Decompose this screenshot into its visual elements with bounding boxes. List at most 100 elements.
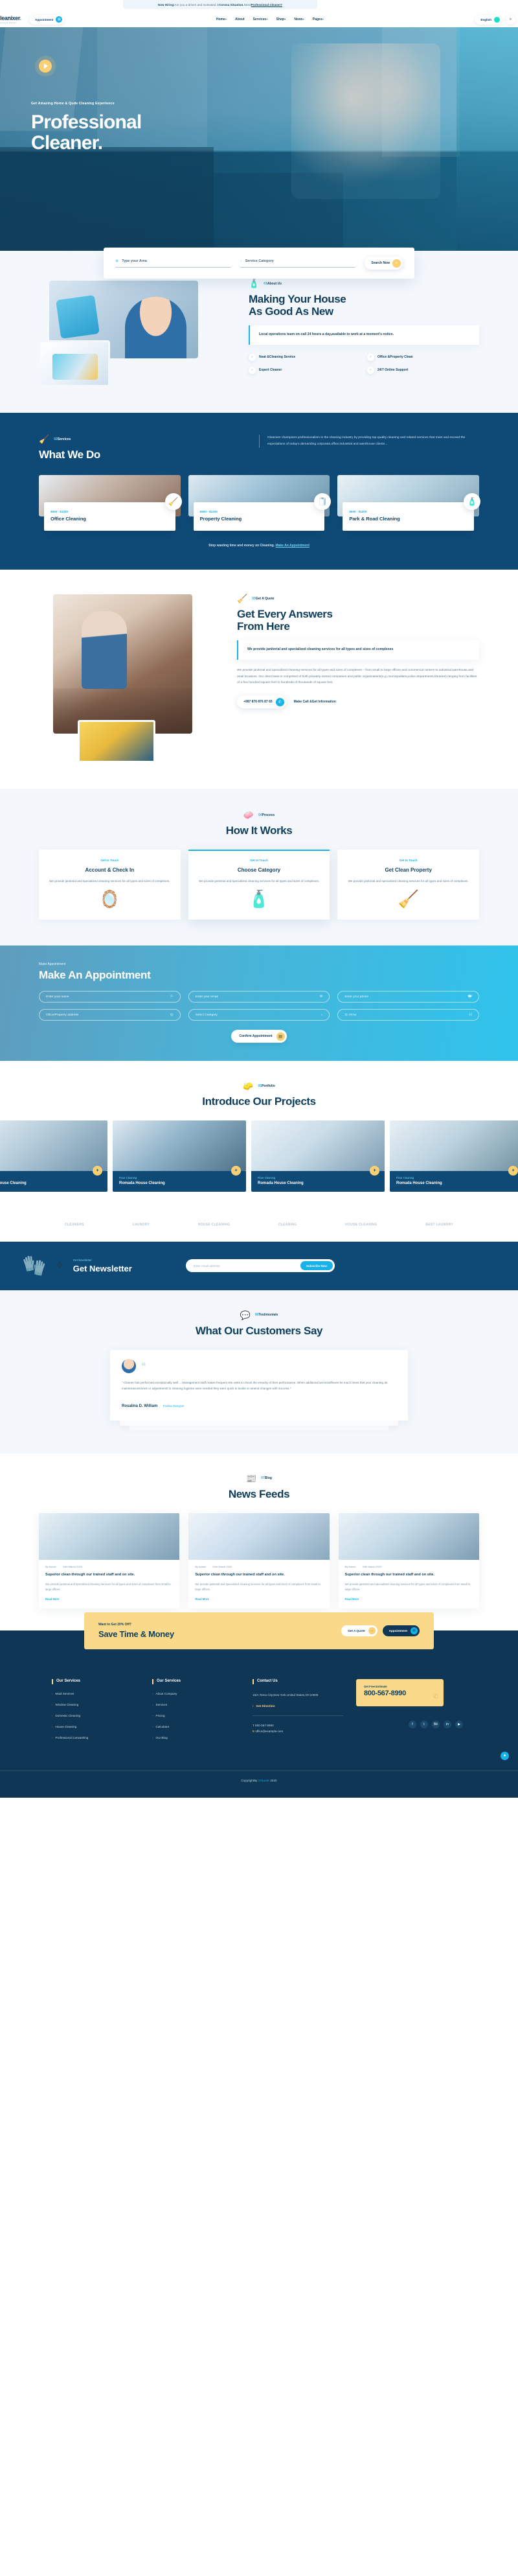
portfolio-carousel[interactable]: + Floor Cleaning Romada House Cleaning +… <box>0 1120 518 1192</box>
process-card[interactable]: Get In Touch Get Clean Property We provi… <box>337 850 480 920</box>
phone-field[interactable]: ☎ <box>337 991 479 1003</box>
footer-link[interactable]: › Domestic Cleaning <box>52 1714 139 1717</box>
footer-link[interactable]: › House Cleaning <box>52 1725 139 1728</box>
email-input[interactable] <box>195 995 297 999</box>
read-more-link[interactable]: Read More <box>339 1593 479 1608</box>
search-now-button[interactable]: Search Now ⌕ <box>365 257 403 270</box>
appointment-button[interactable]: Appointment ▤ <box>382 1625 420 1636</box>
get-in-touch-link[interactable]: Get In Touch <box>197 859 321 862</box>
get-in-touch-link[interactable]: Get In Touch <box>346 859 470 862</box>
blog-title: News Feeds <box>228 1487 290 1500</box>
footer-link[interactable]: › Calculator <box>152 1725 240 1728</box>
blog-post-title[interactable]: Superior clean through our trained staff… <box>339 1568 479 1579</box>
blog-card[interactable]: By Admin 24th March 2020 Superior clean … <box>39 1513 180 1608</box>
nav-item-home[interactable]: Home <box>216 17 227 21</box>
footer-link[interactable]: › Pricing <box>152 1714 240 1717</box>
category-input[interactable] <box>245 259 356 263</box>
language-selector[interactable]: English <box>475 14 502 25</box>
free-estimate-number[interactable]: 800-567-8990 <box>364 1689 436 1697</box>
footer-link[interactable]: › Services <box>152 1703 240 1706</box>
get-direction-link[interactable]: › Get Direction <box>253 1704 343 1708</box>
nav-item-shop[interactable]: Shop <box>276 17 286 21</box>
confirm-appointment-button[interactable]: Confirm Appointment ▤ <box>231 1030 287 1043</box>
brand-logo: LAUNDRY <box>132 1223 150 1227</box>
make-appointment-link[interactable]: Make An Appointment <box>275 544 309 548</box>
date-input[interactable] <box>344 1013 447 1017</box>
newsletter-email-input[interactable] <box>193 1264 301 1268</box>
footer-email[interactable]: office@example.com <box>255 1730 283 1733</box>
hiring-link[interactable]: Professional Cleaner? <box>251 3 282 6</box>
linkedin-icon[interactable]: in <box>444 1720 451 1728</box>
process-card[interactable]: Get In Touch Account & Check In We provi… <box>39 850 181 920</box>
service-card[interactable]: 🧹 $500 - $1200 Office Cleaning <box>39 475 182 531</box>
glove-icon: 🧤 <box>22 1255 47 1277</box>
get-a-quote-button[interactable]: Get A Quote → <box>341 1625 377 1636</box>
process-cards: Get In Touch Account & Check In We provi… <box>39 850 480 920</box>
phone-input[interactable] <box>344 995 447 999</box>
plus-icon[interactable]: + <box>93 1166 102 1176</box>
email-field[interactable]: ✉ <box>188 991 330 1003</box>
name-input[interactable] <box>46 995 148 999</box>
nav-item-pages[interactable]: Pages <box>313 17 324 21</box>
youtube-icon[interactable]: ▶ <box>455 1720 463 1728</box>
nav-item-services[interactable]: Services <box>253 17 268 21</box>
blog-card[interactable]: By Admin 24th March 2020 Superior clean … <box>338 1513 479 1608</box>
read-more-link[interactable]: Read More <box>188 1593 329 1608</box>
copyright-link[interactable]: 17sucal <box>258 1779 269 1782</box>
footer-link[interactable]: › Our Blog <box>152 1736 240 1739</box>
footer-link[interactable]: › Window Cleaning <box>52 1703 139 1706</box>
process-section: 🧼 04Process How It Works Get In Touch Ac… <box>0 789 518 946</box>
get-in-touch-link[interactable]: Get In Touch <box>48 859 172 862</box>
footer-link[interactable]: › Maid Services <box>52 1692 139 1695</box>
plus-icon[interactable]: + <box>231 1166 241 1176</box>
date-field[interactable]: ☷ <box>337 1009 479 1021</box>
brands-section: CLEANERS LAUNDRY HOUSE CLEANING CLEANING… <box>0 1211 518 1242</box>
facebook-icon[interactable]: f <box>409 1720 416 1728</box>
hiring-mid2: Need <box>243 3 251 6</box>
soap-dispenser-icon: 🧴 <box>248 889 270 909</box>
footer-link[interactable]: › Professional Carwashing <box>52 1736 139 1739</box>
search-icon[interactable]: ⌕ <box>506 14 515 25</box>
footer-phone[interactable]: 800-567-8990 <box>255 1724 274 1727</box>
appointment-button[interactable]: Appointment ▤ <box>30 14 65 25</box>
portfolio-card[interactable]: + Floor Cleaning Romada House Cleaning <box>390 1120 518 1192</box>
process-card[interactable]: Get In Touch Choose Category We provide … <box>188 850 330 920</box>
portfolio-card[interactable]: + Floor Cleaning Romada House Cleaning <box>251 1120 385 1192</box>
address-field[interactable]: ◎ <box>39 1009 181 1021</box>
vacuum-icon: 🧹 <box>398 889 419 909</box>
play-icon[interactable] <box>39 60 52 73</box>
quote-title: Get Every Answers From Here <box>237 608 333 633</box>
plus-icon[interactable]: + <box>508 1166 518 1176</box>
chevron-right-icon: › <box>152 1691 153 1695</box>
area-input[interactable] <box>122 259 231 263</box>
portfolio-card[interactable]: + Floor Cleaning Romada House Cleaning <box>113 1120 246 1192</box>
category-select[interactable]: ↓ <box>188 1009 330 1021</box>
service-card[interactable]: 🧻 $500 - $1200 Property Cleaning <box>188 475 332 531</box>
subscribe-button[interactable]: Subscribe Now <box>300 1261 333 1271</box>
portfolio-card[interactable]: + Floor Cleaning Romada House Cleaning <box>0 1120 107 1192</box>
behance-icon[interactable]: Bē <box>432 1720 440 1728</box>
phone-button[interactable]: +987 876 876 87 65 ✆ <box>237 695 286 709</box>
chevron-up-icon[interactable]: ▲ <box>501 1751 509 1760</box>
category-input[interactable] <box>195 1013 297 1017</box>
name-field[interactable]: ⚐ <box>39 991 181 1003</box>
blog-image <box>39 1513 180 1560</box>
process-card-title: Choose Category <box>237 867 281 874</box>
service-card[interactable]: 🧴 $500 - $1200 Park & Road Cleaning <box>337 475 481 531</box>
footer-link[interactable]: › About Company <box>152 1692 240 1695</box>
read-more-link[interactable]: Read More <box>39 1593 179 1608</box>
twitter-icon[interactable]: t <box>420 1720 428 1728</box>
area-field[interactable]: ◉ <box>115 259 231 268</box>
logo[interactable]: Cleanixer. Cleaning & Repair <box>0 15 26 24</box>
plus-icon[interactable]: + <box>370 1166 379 1176</box>
process-card-title: Account & Check In <box>85 867 135 874</box>
blog-card[interactable]: By Admin 24th March 2020 Superior clean … <box>188 1513 330 1608</box>
category-field[interactable]: ↓ <box>240 259 356 268</box>
blog-post-title[interactable]: Superior clean through our trained staff… <box>188 1568 329 1579</box>
address-input[interactable] <box>46 1013 148 1017</box>
nav-item-news[interactable]: News <box>294 17 304 21</box>
nav-item-about[interactable]: About <box>235 17 244 21</box>
services-description: Cleanixer champions professionalism in t… <box>259 435 479 448</box>
location-pin-icon: ◎ <box>170 1013 174 1017</box>
blog-post-title[interactable]: Superior clean through our trained staff… <box>39 1568 179 1579</box>
